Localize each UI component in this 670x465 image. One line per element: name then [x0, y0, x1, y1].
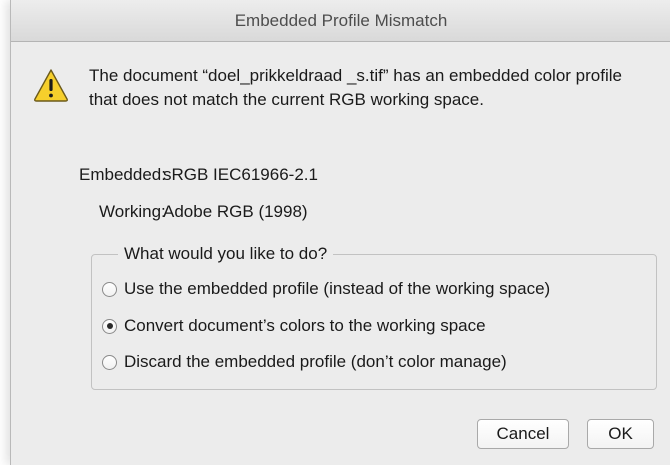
options-group: What would you like to do? Use the embed…: [91, 243, 657, 390]
radio-discard-profile[interactable]: [102, 354, 117, 370]
embedded-label: Embedded:: [79, 165, 166, 184]
option-use-embedded[interactable]: Use the embedded profile (instead of the…: [102, 276, 550, 302]
embedded-profile-value: sRGB IEC61966-2.1: [163, 165, 318, 184]
title-bar[interactable]: Embedded Profile Mismatch: [11, 0, 670, 42]
working-profile-value: Adobe RGB (1998): [163, 202, 308, 221]
radio-convert-colors[interactable]: [102, 318, 117, 334]
warning-icon: [34, 69, 68, 102]
cancel-button[interactable]: Cancel: [477, 419, 569, 449]
dialog-title: Embedded Profile Mismatch: [234, 11, 448, 30]
option-label: Discard the embedded profile (don’t colo…: [124, 352, 507, 371]
option-discard-profile[interactable]: Discard the embedded profile (don’t colo…: [102, 349, 507, 375]
working-label: Working:: [99, 202, 166, 221]
options-legend: What would you like to do?: [118, 243, 334, 265]
mismatch-message: The document “doel_prikkeldraad _s.tif” …: [89, 66, 622, 109]
ok-button[interactable]: OK: [587, 419, 654, 449]
option-label: Use the embedded profile (instead of the…: [124, 279, 551, 298]
radio-use-embedded[interactable]: [102, 281, 117, 297]
option-convert-colors[interactable]: Convert document’s colors to the working…: [102, 313, 486, 339]
profile-mismatch-dialog: Embedded Profile Mismatch The document “…: [10, 0, 670, 465]
option-label: Convert document’s colors to the working…: [124, 316, 486, 335]
